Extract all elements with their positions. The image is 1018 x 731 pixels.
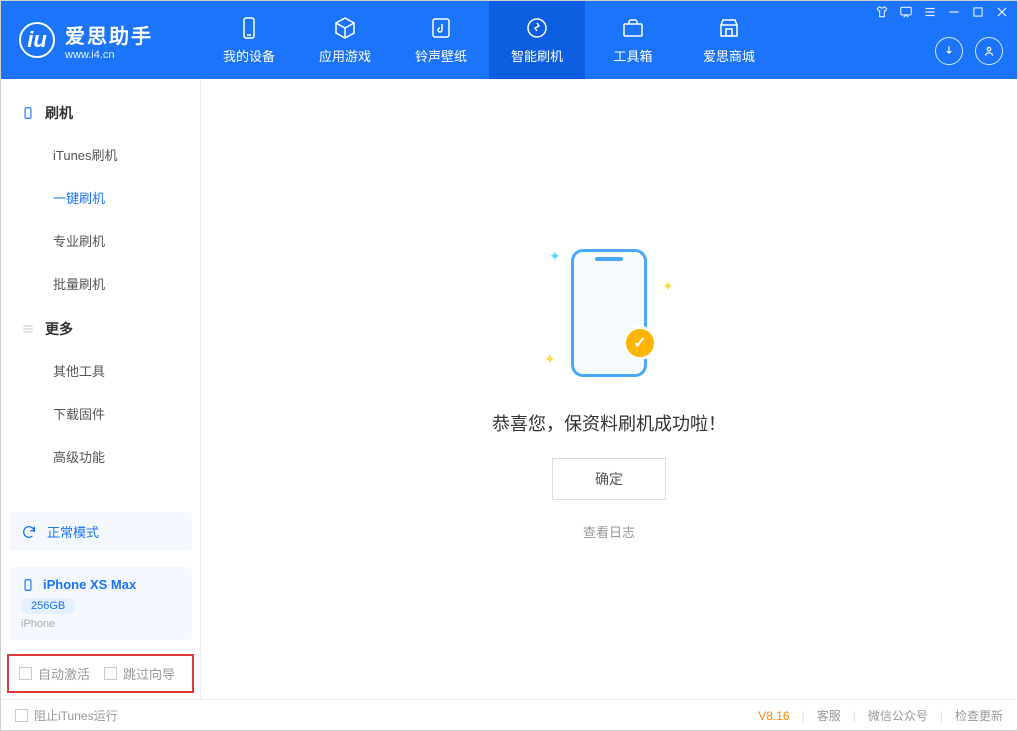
sidebar-item-other[interactable]: 其他工具 [1,349,200,392]
checkbox-icon [104,667,117,680]
block-itunes-checkbox[interactable]: 阻止iTunes运行 [15,707,118,724]
storage-badge: 256GB [21,598,75,614]
view-log-link[interactable]: 查看日志 [583,522,635,541]
music-icon [429,16,453,40]
nav-label: 工具箱 [613,46,652,65]
sidebar: 刷机 iTunes刷机 一键刷机 专业刷机 批量刷机 更多 其他工具 下载固件 … [1,79,201,699]
device-name-label: iPhone XS Max [43,577,136,592]
sidebar-item-firmware[interactable]: 下载固件 [1,392,200,435]
checkbox-icon [15,709,28,722]
auto-activate-checkbox[interactable]: 自动激活 [19,664,90,683]
options-row: 自动激活 跳过向导 [7,654,194,693]
nav-apps[interactable]: 应用游戏 [297,1,393,79]
device-type-label: iPhone [21,618,180,630]
app-header: iu 爱思助手 www.i4.cn 我的设备 应用游戏 铃声壁纸 智能刷机 工具… [1,1,1017,79]
cube-icon [333,16,357,40]
device-icon [237,16,261,40]
nav-label: 爱思商城 [703,46,755,65]
nav-flash[interactable]: 智能刷机 [489,1,585,79]
skip-guide-checkbox[interactable]: 跳过向导 [104,664,175,683]
refresh-icon [525,16,549,40]
sidebar-item-pro[interactable]: 专业刷机 [1,219,200,262]
main-content: ✦ ✦ ✦ ✓ 恭喜您，保资料刷机成功啦！ 确定 查看日志 [201,79,1017,699]
nav-label: 智能刷机 [511,46,563,65]
sidebar-item-advanced[interactable]: 高级功能 [1,435,200,478]
header-right-icons [935,37,1003,65]
nav-my-device[interactable]: 我的设备 [201,1,297,79]
logo-area: iu 爱思助手 www.i4.cn [1,1,201,79]
device-mode-box[interactable]: 正常模式 [9,512,192,551]
sidebar-item-oneclick[interactable]: 一键刷机 [1,176,200,219]
footer-link-support[interactable]: 客服 [817,707,841,724]
device-info-box[interactable]: iPhone XS Max 256GB iPhone [9,567,192,640]
nav-label: 铃声壁纸 [415,46,467,65]
device-mode-label: 正常模式 [47,522,99,541]
version-label: V8.16 [758,709,789,723]
sidebar-group-flash: 刷机 [1,89,200,133]
app-subtitle: www.i4.cn [65,49,153,61]
check-icon: ✓ [623,326,657,360]
success-illustration: ✦ ✦ ✦ ✓ [519,238,699,388]
menu-icon[interactable] [923,5,937,19]
close-icon[interactable] [995,5,1009,19]
phone-small-icon [21,578,35,592]
user-button[interactable] [975,37,1003,65]
sidebar-item-itunes[interactable]: iTunes刷机 [1,133,200,176]
sidebar-item-batch[interactable]: 批量刷机 [1,262,200,305]
nav-bar: 我的设备 应用游戏 铃声壁纸 智能刷机 工具箱 爱思商城 [201,1,777,79]
logo-icon: iu [19,22,55,58]
sidebar-group-more: 更多 [1,305,200,349]
download-button[interactable] [935,37,963,65]
app-title: 爱思助手 [65,20,153,49]
tshirt-icon[interactable] [875,5,889,19]
checkbox-label: 跳过向导 [123,664,175,683]
feedback-icon[interactable] [899,5,913,19]
toolbox-icon [621,16,645,40]
footer-link-wechat[interactable]: 微信公众号 [868,707,928,724]
checkbox-label: 自动激活 [38,664,90,683]
checkbox-icon [19,667,32,680]
checkbox-label: 阻止iTunes运行 [34,707,118,724]
nav-toolbox[interactable]: 工具箱 [585,1,681,79]
footer: 阻止iTunes运行 V8.16 | 客服 | 微信公众号 | 检查更新 [1,699,1017,731]
nav-label: 应用游戏 [319,46,371,65]
phone-icon [21,106,35,120]
ok-button[interactable]: 确定 [552,458,666,500]
sync-icon [21,524,37,540]
titlebar-controls [875,5,1009,19]
store-icon [717,16,741,40]
nav-store[interactable]: 爱思商城 [681,1,777,79]
maximize-icon[interactable] [971,5,985,19]
footer-link-update[interactable]: 检查更新 [955,707,1003,724]
nav-label: 我的设备 [223,46,275,65]
nav-ringtones[interactable]: 铃声壁纸 [393,1,489,79]
success-message: 恭喜您，保资料刷机成功啦！ [492,410,726,436]
minimize-icon[interactable] [947,5,961,19]
list-icon [21,322,35,336]
